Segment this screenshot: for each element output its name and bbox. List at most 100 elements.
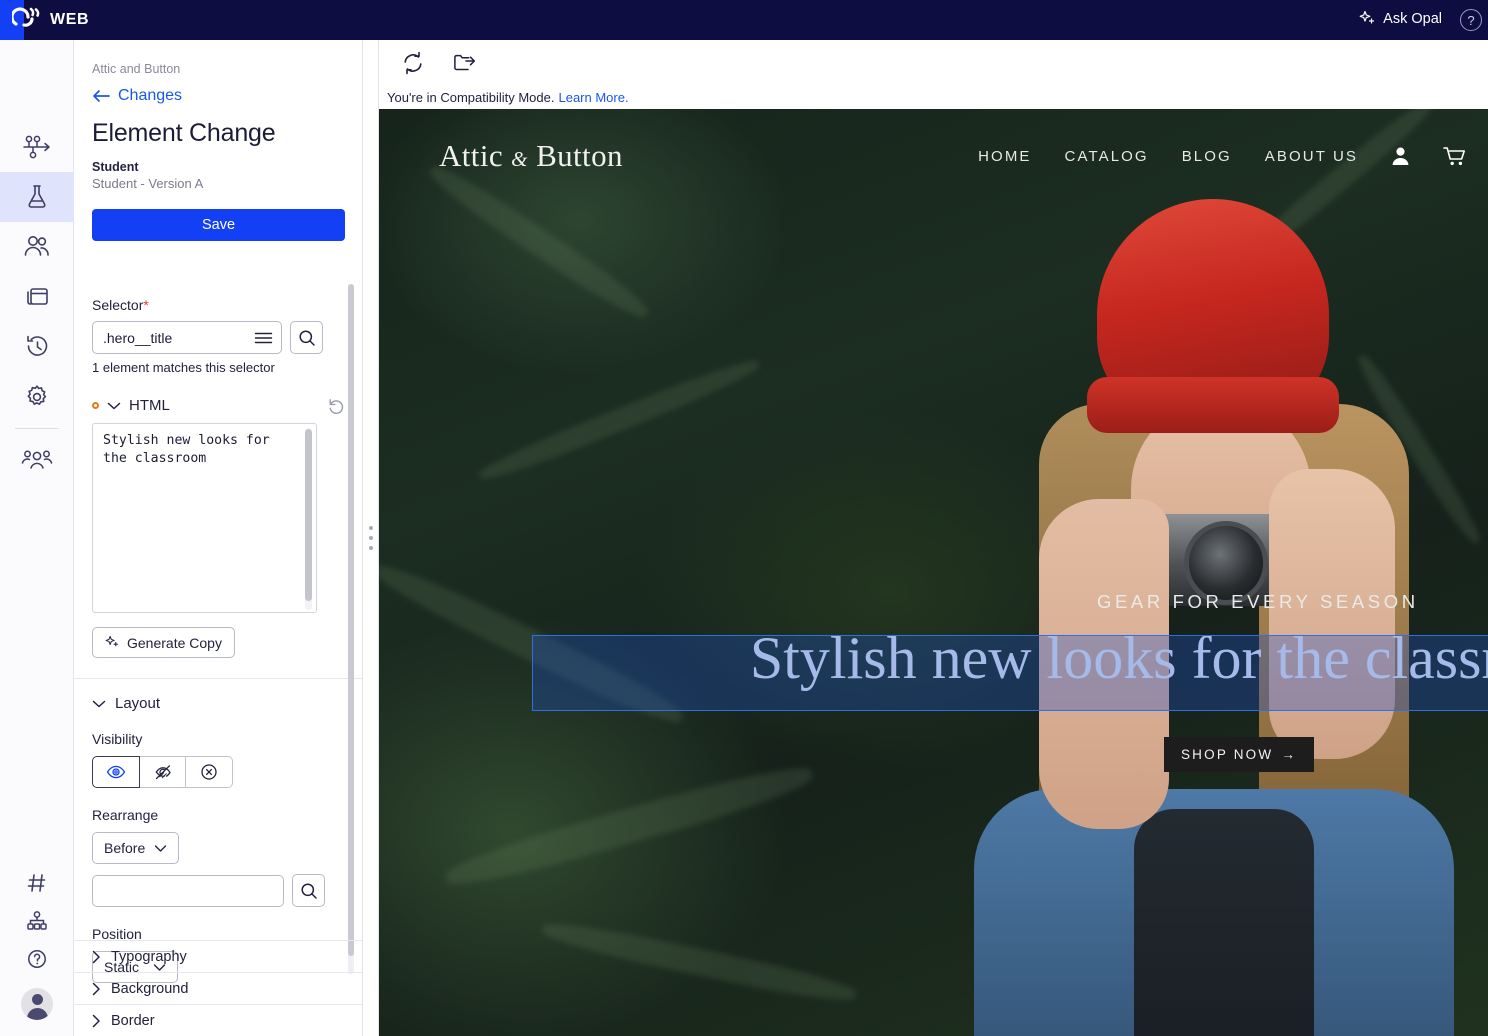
panel-scroll-body: Selector* .hero__title 1 el: [74, 280, 363, 1036]
visibility-segmented-control: [92, 756, 233, 788]
gear-icon: [23, 383, 51, 411]
sidebar-item-collaborators[interactable]: [0, 435, 74, 485]
eye-off-icon: [153, 764, 173, 780]
visibility-option-visible[interactable]: [92, 756, 140, 788]
two-people-icon: [22, 234, 52, 260]
sidebar-item-account-hierarchy[interactable]: [0, 902, 74, 940]
layout-section-header[interactable]: Layout: [92, 695, 345, 712]
sidebar-item-settings[interactable]: [0, 372, 74, 422]
shopping-cart-icon[interactable]: [1443, 146, 1468, 167]
sidebar-item-history[interactable]: [0, 322, 74, 372]
nav-link-catalog[interactable]: CATALOG: [1065, 148, 1149, 165]
reload-button[interactable]: [393, 40, 433, 85]
rail-divider: [15, 428, 59, 429]
generate-copy-button[interactable]: Generate Copy: [92, 627, 235, 658]
preview-toolbar: [379, 40, 1488, 85]
user-avatar[interactable]: [21, 988, 53, 1020]
resize-grip-dots: [369, 526, 373, 550]
chevron-right-icon: [92, 950, 101, 964]
shop-now-button[interactable]: SHOP NOW →: [1164, 737, 1314, 772]
windows-icon: [23, 284, 51, 310]
experiment-name: Student: [92, 160, 344, 174]
nav-link-home[interactable]: HOME: [978, 148, 1031, 165]
chevron-down-icon: [154, 844, 167, 853]
brand-sub: Button: [536, 138, 623, 173]
optimizely-logo-icon[interactable]: [12, 6, 42, 34]
selector-row: .hero__title: [92, 321, 345, 354]
user-account-icon[interactable]: [1391, 146, 1410, 166]
rearrange-search-button[interactable]: [292, 874, 325, 907]
top-bar: WEB Ask Opal ?: [0, 0, 1488, 40]
selector-input[interactable]: .hero__title: [92, 321, 282, 354]
ask-opal-button[interactable]: Ask Opal: [1359, 10, 1442, 27]
visibility-option-removed[interactable]: [186, 756, 233, 788]
required-asterisk: *: [143, 297, 148, 313]
chevron-down-icon: [107, 401, 121, 411]
selector-search-button[interactable]: [290, 321, 323, 354]
question-circle-icon: [26, 948, 48, 970]
sparkle-icon: [1359, 10, 1376, 27]
brand-ampersand: &: [511, 147, 528, 171]
hamburger-menu-icon[interactable]: [254, 331, 273, 345]
selector-value: .hero__title: [103, 330, 172, 346]
site-nav: Attic & Button HOME CATALOG BLOG ABOUT U…: [379, 121, 1488, 191]
sidebar-item-web-experimentation[interactable]: [0, 172, 74, 222]
rearrange-select[interactable]: Before: [92, 832, 179, 864]
org-chart-icon: [25, 910, 49, 932]
eye-icon: [106, 765, 126, 779]
visibility-option-hidden[interactable]: [140, 756, 187, 788]
ask-opal-label: Ask Opal: [1383, 11, 1442, 27]
accordion-typography[interactable]: Typography: [74, 940, 363, 972]
html-section-header[interactable]: HTML: [92, 397, 345, 414]
sidebar-item-experiments[interactable]: [0, 122, 74, 172]
panel-body-inner: Selector* .hero__title 1 el: [74, 280, 363, 983]
save-button[interactable]: Save: [92, 209, 345, 241]
product-title: WEB: [50, 11, 89, 29]
rearrange-label: Rearrange: [92, 807, 345, 823]
rail-bottom-group: [0, 864, 74, 1026]
sparkle-icon: [105, 635, 120, 650]
panel-resize-handle[interactable]: [363, 40, 379, 1036]
arrow-left-icon: [92, 89, 110, 103]
compatibility-message: You're in Compatibility Mode.: [387, 90, 554, 105]
brand-main: Attic: [439, 138, 503, 173]
back-to-changes-link[interactable]: Changes: [92, 87, 344, 105]
html-code-editor[interactable]: Stylish new looks for the classroom: [92, 423, 317, 613]
variation-name: Student - Version A: [92, 176, 344, 191]
undo-icon[interactable]: [328, 398, 345, 414]
nav-link-about-us[interactable]: ABOUT US: [1265, 148, 1358, 165]
selector-label: Selector*: [92, 297, 345, 313]
page-title: Element Change: [92, 119, 344, 148]
visibility-label: Visibility: [92, 731, 345, 747]
hero-kicker: GEAR FOR EVERY SEASON: [1097, 591, 1419, 613]
chevron-right-icon: [92, 982, 101, 996]
sidebar-item-pages[interactable]: [0, 272, 74, 322]
html-section-label: HTML: [129, 397, 170, 414]
help-circle-icon[interactable]: ?: [1460, 9, 1482, 31]
compatibility-mode-banner: You're in Compatibility Mode. Learn More…: [379, 85, 1488, 109]
nav-link-blog[interactable]: BLOG: [1182, 148, 1232, 165]
sidebar-item-projects[interactable]: [0, 864, 74, 902]
site-brand[interactable]: Attic & Button: [439, 138, 623, 174]
generate-copy-label: Generate Copy: [127, 635, 222, 651]
rearrange-target-input[interactable]: [92, 875, 284, 907]
help-glyph: ?: [1467, 13, 1474, 28]
rail-top-group: [0, 40, 73, 485]
accordion-border[interactable]: Border: [74, 1004, 363, 1036]
sidebar-item-help[interactable]: [0, 940, 74, 978]
hero-title[interactable]: Stylish new looks for the classroom: [534, 624, 1488, 693]
site-preview-iframe[interactable]: Attic & Button HOME CATALOG BLOG ABOUT U…: [379, 109, 1488, 1036]
panel-scrollbar-thumb[interactable]: [348, 284, 354, 956]
rearrange-value: Before: [104, 840, 145, 856]
sidebar-item-audiences[interactable]: [0, 222, 74, 272]
open-external-button[interactable]: [445, 40, 485, 85]
flask-icon: [23, 183, 51, 211]
breadcrumb: Attic and Button: [92, 62, 344, 76]
code-scrollbar-thumb[interactable]: [305, 429, 312, 601]
chevron-right-icon: [92, 1014, 101, 1028]
accordion-background[interactable]: Background: [74, 972, 363, 1004]
shop-now-label: SHOP NOW: [1181, 747, 1273, 762]
panel-header: Attic and Button Changes Element Change …: [74, 40, 362, 241]
search-icon: [300, 882, 318, 900]
learn-more-link[interactable]: Learn More.: [558, 90, 628, 105]
